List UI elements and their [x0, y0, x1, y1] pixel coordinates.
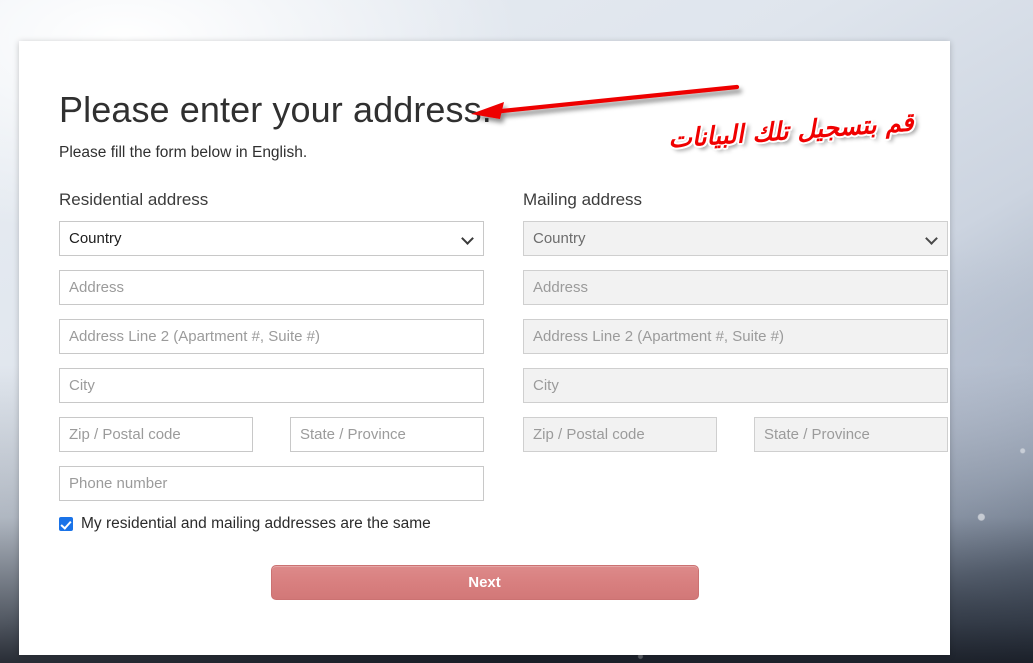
same-address-row[interactable]: My residential and mailing addresses are…: [59, 515, 484, 533]
address-form-card: Please enter your address. Please fill t…: [19, 41, 950, 655]
same-address-checkbox[interactable]: [59, 517, 73, 532]
residential-address-input[interactable]: [59, 270, 484, 306]
mailing-country-select[interactable]: Country: [523, 221, 948, 257]
mailing-address-column: Mailing address Country: [523, 190, 948, 533]
same-address-label[interactable]: My residential and mailing addresses are…: [81, 515, 431, 533]
next-button-wrap: Next: [40, 565, 910, 601]
mailing-zip-input[interactable]: [523, 417, 717, 453]
mailing-country-value: Country: [533, 230, 586, 248]
residential-address2-input[interactable]: [59, 319, 484, 355]
residential-phone-input[interactable]: [59, 466, 484, 502]
mailing-city-input[interactable]: [523, 368, 948, 404]
residential-heading: Residential address: [59, 190, 209, 210]
residential-city-input[interactable]: [59, 368, 484, 404]
mailing-heading: Mailing address: [523, 190, 643, 210]
page-subtitle: Please fill the form below in English.: [59, 144, 308, 162]
mailing-state-input[interactable]: [754, 417, 948, 453]
chevron-down-icon: [462, 233, 474, 245]
page-title: Please enter your address.: [59, 89, 492, 130]
mailing-zip-state-row: [523, 417, 948, 466]
residential-state-input[interactable]: [290, 417, 484, 453]
next-button[interactable]: Next: [270, 565, 699, 601]
residential-zip-state-row: [59, 417, 484, 466]
card-content: Please enter your address. Please fill t…: [19, 41, 950, 601]
residential-zip-input[interactable]: [59, 417, 253, 453]
mailing-address2-input[interactable]: [523, 319, 948, 355]
address-columns: Residential address Country My residenti…: [40, 190, 948, 533]
residential-country-select[interactable]: Country: [59, 221, 484, 257]
mailing-address-input[interactable]: [523, 270, 948, 306]
residential-address-column: Residential address Country My residenti…: [59, 190, 484, 533]
residential-country-value: Country: [69, 230, 122, 248]
chevron-down-icon: [926, 233, 938, 245]
